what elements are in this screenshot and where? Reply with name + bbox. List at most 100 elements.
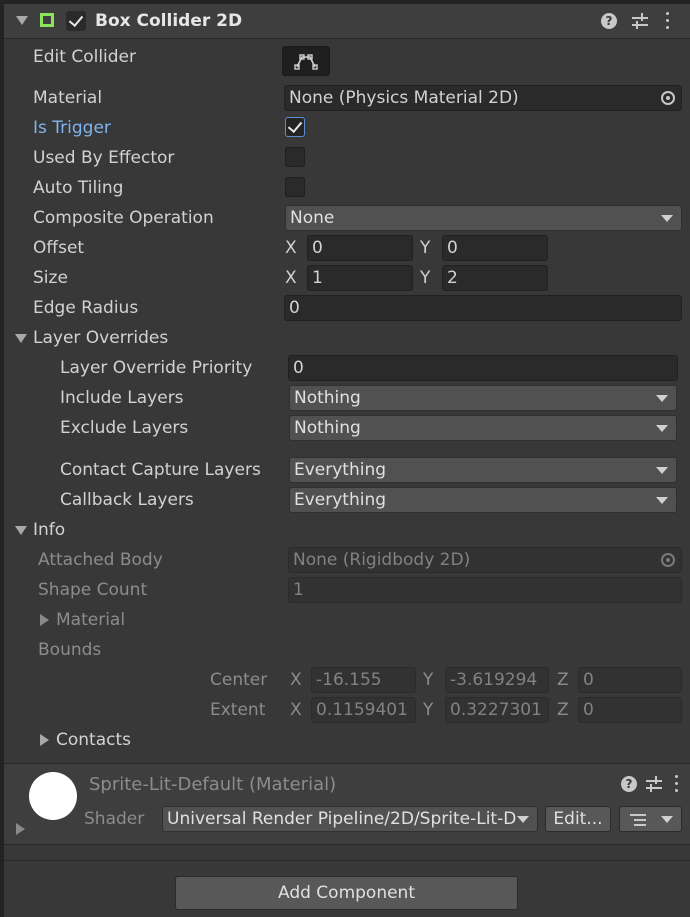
extent-y-field: 0.3227301 bbox=[445, 697, 549, 723]
dropdown-arrow-icon bbox=[656, 395, 668, 402]
shader-dropdown[interactable]: Universal Render Pipeline/2D/Sprite-Lit-… bbox=[162, 806, 538, 832]
edge-radius-label: Edge Radius bbox=[33, 298, 139, 318]
info-label[interactable]: Info bbox=[33, 520, 65, 540]
help-icon[interactable]: ? bbox=[621, 776, 637, 792]
center-y-field: -3.619294 bbox=[445, 667, 549, 693]
check-icon bbox=[287, 117, 303, 134]
component-header[interactable]: Box Collider 2D ? bbox=[4, 4, 690, 39]
composite-operation-value: None bbox=[290, 208, 335, 228]
dropdown-arrow-icon bbox=[656, 467, 668, 474]
dropdown-arrow-icon bbox=[656, 497, 668, 504]
object-picker-icon[interactable] bbox=[661, 91, 675, 105]
callback-layers-dropdown[interactable]: Everything bbox=[289, 487, 677, 513]
exclude-layers-label: Exclude Layers bbox=[60, 418, 189, 438]
shader-value: Universal Render Pipeline/2D/Sprite-Lit-… bbox=[167, 809, 517, 829]
include-layers-dropdown[interactable]: Nothing bbox=[289, 385, 677, 411]
center-y-label: Y bbox=[423, 670, 434, 690]
inspector-panel: Box Collider 2D ? Edit Collider Material… bbox=[0, 0, 690, 917]
foldout-arrow-icon[interactable] bbox=[16, 16, 28, 25]
contacts-foldout-icon[interactable] bbox=[40, 734, 49, 746]
bounds-label: Bounds bbox=[38, 640, 102, 660]
center-label: Center bbox=[210, 670, 268, 690]
extent-z-field: 0 bbox=[578, 697, 682, 723]
dropdown-arrow-icon bbox=[517, 816, 529, 823]
center-z-field: 0 bbox=[578, 667, 682, 693]
info-material-label[interactable]: Material bbox=[56, 610, 125, 630]
exclude-layers-value: Nothing bbox=[294, 418, 361, 438]
dropdown-arrow-icon bbox=[661, 816, 673, 823]
box-collider-icon bbox=[40, 13, 54, 27]
extent-x-label: X bbox=[290, 700, 302, 720]
extent-y-label: Y bbox=[423, 700, 434, 720]
size-x-label: X bbox=[285, 268, 297, 288]
material-object-field[interactable]: None (Physics Material 2D) bbox=[284, 85, 682, 111]
section-divider bbox=[4, 860, 690, 861]
dropdown-arrow-icon bbox=[656, 425, 668, 432]
exclude-layers-dropdown[interactable]: Nothing bbox=[289, 415, 677, 441]
used-by-effector-checkbox[interactable] bbox=[285, 147, 305, 167]
composite-operation-dropdown[interactable]: None bbox=[285, 205, 682, 231]
include-layers-label: Include Layers bbox=[60, 388, 184, 408]
callback-layers-label: Callback Layers bbox=[60, 490, 194, 510]
contact-capture-layers-value: Everything bbox=[294, 460, 387, 480]
offset-y-field[interactable]: 0 bbox=[442, 235, 548, 261]
shape-count-label: Shape Count bbox=[38, 580, 148, 600]
edit-collider-icon bbox=[294, 54, 318, 70]
component-enabled-checkbox[interactable] bbox=[66, 11, 86, 31]
shader-label: Shader bbox=[84, 809, 145, 829]
layer-override-priority-field[interactable]: 0 bbox=[288, 355, 678, 381]
size-label: Size bbox=[33, 268, 68, 288]
size-y-field[interactable]: 2 bbox=[442, 265, 548, 291]
center-x-field: -16.155 bbox=[311, 667, 416, 693]
material-preview-sphere bbox=[29, 772, 77, 820]
extent-label: Extent bbox=[210, 700, 266, 720]
shader-options-button[interactable] bbox=[619, 806, 682, 832]
used-by-effector-label: Used By Effector bbox=[33, 148, 175, 168]
edit-collider-button[interactable] bbox=[282, 46, 330, 76]
attached-body-value: None (Rigidbody 2D) bbox=[293, 550, 471, 570]
material-foldout-icon[interactable] bbox=[16, 823, 25, 835]
contacts-label[interactable]: Contacts bbox=[56, 730, 131, 750]
info-foldout-icon[interactable] bbox=[15, 526, 27, 535]
dropdown-arrow-icon bbox=[661, 215, 673, 222]
edit-shader-button[interactable]: Edit... bbox=[545, 806, 611, 832]
offset-x-label: X bbox=[285, 238, 297, 258]
section-divider bbox=[4, 844, 690, 845]
contact-capture-layers-dropdown[interactable]: Everything bbox=[289, 457, 677, 483]
is-trigger-checkbox[interactable] bbox=[285, 117, 305, 137]
presets-sliders-icon[interactable] bbox=[631, 13, 649, 29]
offset-y-label: Y bbox=[420, 238, 431, 258]
center-x-label: X bbox=[290, 670, 302, 690]
center-z-label: Z bbox=[557, 670, 569, 690]
size-y-label: Y bbox=[420, 268, 431, 288]
auto-tiling-checkbox[interactable] bbox=[285, 177, 305, 197]
object-picker-icon bbox=[661, 553, 675, 567]
add-component-button[interactable]: Add Component bbox=[175, 876, 518, 910]
extent-z-label: Z bbox=[557, 700, 569, 720]
material-value: None (Physics Material 2D) bbox=[289, 88, 519, 108]
extent-x-field: 0.1159401 bbox=[311, 697, 416, 723]
shape-count-field: 1 bbox=[288, 577, 682, 603]
composite-operation-label: Composite Operation bbox=[33, 208, 214, 228]
presets-sliders-icon[interactable] bbox=[645, 776, 663, 792]
list-icon bbox=[630, 813, 646, 827]
is-trigger-label: Is Trigger bbox=[33, 118, 111, 138]
attached-body-field: None (Rigidbody 2D) bbox=[288, 547, 682, 573]
offset-x-field[interactable]: 0 bbox=[307, 235, 413, 261]
info-material-foldout-icon[interactable] bbox=[40, 614, 49, 626]
edge-radius-field[interactable]: 0 bbox=[284, 295, 682, 321]
include-layers-value: Nothing bbox=[294, 388, 361, 408]
kebab-menu-icon[interactable] bbox=[675, 775, 679, 793]
offset-label: Offset bbox=[33, 238, 85, 258]
callback-layers-value: Everything bbox=[294, 490, 387, 510]
layer-overrides-label[interactable]: Layer Overrides bbox=[33, 328, 168, 348]
size-x-field[interactable]: 1 bbox=[307, 265, 413, 291]
material-name: Sprite-Lit-Default (Material) bbox=[89, 774, 337, 795]
attached-body-label: Attached Body bbox=[38, 550, 163, 570]
layer-overrides-foldout-icon[interactable] bbox=[15, 334, 27, 343]
edit-collider-label: Edit Collider bbox=[33, 47, 137, 67]
kebab-menu-icon[interactable] bbox=[666, 12, 670, 30]
contact-capture-layers-label: Contact Capture Layers bbox=[60, 460, 261, 480]
help-icon[interactable]: ? bbox=[601, 13, 617, 29]
layer-override-priority-label: Layer Override Priority bbox=[60, 358, 253, 378]
